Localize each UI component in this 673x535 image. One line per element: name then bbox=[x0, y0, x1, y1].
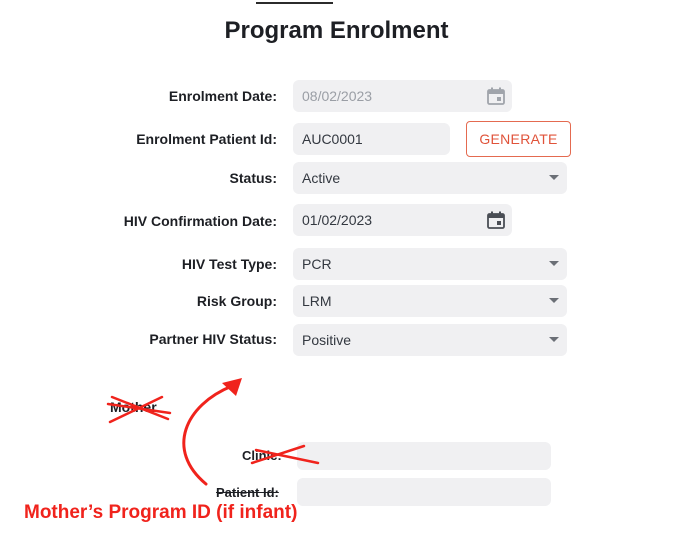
risk-group-value: LRM bbox=[302, 293, 332, 309]
enrolment-date-label: Enrolment Date: bbox=[168, 88, 277, 104]
arrow-head-icon bbox=[222, 378, 242, 396]
chevron-down-icon bbox=[549, 261, 559, 266]
page-title: Program Enrolment bbox=[224, 17, 449, 44]
risk-group-label: Risk Group: bbox=[196, 293, 277, 309]
annotation-label: Mother’s Program ID (if infant) bbox=[24, 502, 298, 523]
mother-section-heading: Mother bbox=[110, 399, 157, 415]
clinic-label: Clinic: bbox=[242, 448, 282, 463]
partner-hiv-status-select[interactable]: Positive bbox=[293, 324, 567, 356]
hiv-test-type-label: HIV Test Type: bbox=[181, 256, 277, 272]
program-enrolment-page: Program Enrolment Enrolment Date: 08/02/… bbox=[0, 0, 673, 535]
calendar-icon[interactable] bbox=[486, 210, 506, 230]
enrolment-patient-id-value: AUC0001 bbox=[302, 131, 363, 147]
hiv-confirmation-date-field[interactable]: 01/02/2023 bbox=[293, 204, 512, 236]
enrolment-patient-id-field[interactable]: AUC0001 bbox=[293, 123, 450, 155]
chevron-down-icon bbox=[549, 298, 559, 303]
status-value: Active bbox=[302, 170, 341, 186]
mother-patient-id-label: Patient Id: bbox=[216, 485, 279, 500]
generate-button[interactable]: GENERATE bbox=[466, 121, 571, 157]
partner-hiv-status-value: Positive bbox=[302, 332, 352, 348]
chevron-down-icon bbox=[549, 175, 559, 180]
hiv-test-type-select[interactable]: PCR bbox=[293, 248, 567, 280]
hiv-confirmation-date-label: HIV Confirmation Date: bbox=[123, 213, 277, 229]
enrolment-date-value: 08/02/2023 bbox=[302, 88, 373, 104]
partner-hiv-status-label: Partner HIV Status: bbox=[149, 331, 277, 347]
mother-patient-id-field[interactable] bbox=[297, 478, 551, 506]
risk-group-select[interactable]: LRM bbox=[293, 285, 567, 317]
enrolment-date-field[interactable]: 08/02/2023 bbox=[293, 80, 512, 112]
status-select[interactable]: Active bbox=[293, 162, 567, 194]
arrow-icon bbox=[182, 384, 234, 486]
calendar-icon[interactable] bbox=[486, 86, 506, 106]
chevron-down-icon bbox=[549, 337, 559, 342]
hiv-test-type-value: PCR bbox=[302, 256, 332, 272]
status-label: Status: bbox=[229, 170, 277, 186]
clinic-field[interactable] bbox=[297, 442, 551, 470]
hiv-confirmation-date-value: 01/02/2023 bbox=[302, 212, 373, 228]
top-divider bbox=[256, 2, 333, 4]
enrolment-patient-id-label: Enrolment Patient Id: bbox=[136, 131, 277, 147]
